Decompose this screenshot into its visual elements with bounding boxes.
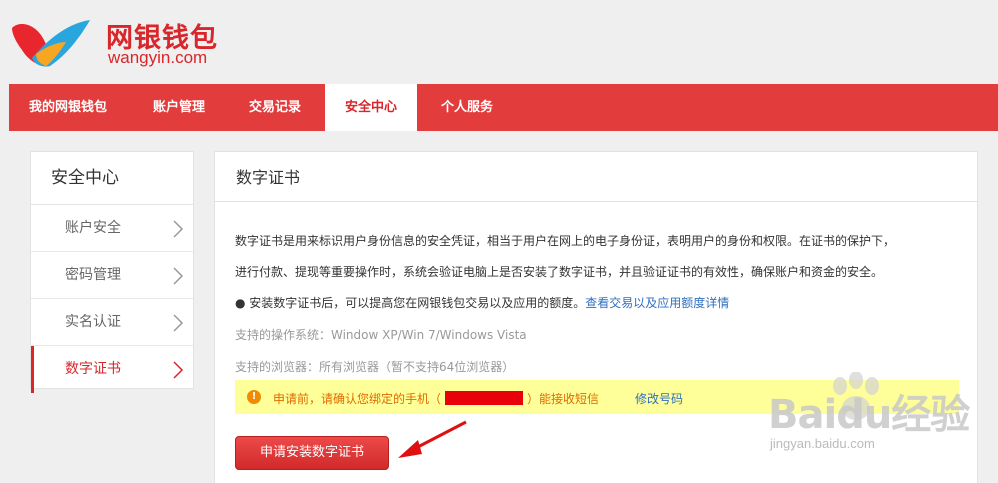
os-support: 支持的操作系统：Window XP/Win 7/Windows Vista — [235, 328, 527, 342]
sidebar-item-label: 账户安全 — [65, 220, 121, 236]
sidebar-item-real-name[interactable]: 实名认证 — [31, 299, 193, 346]
redacted-phone-number — [445, 391, 524, 405]
change-number-link[interactable]: 修改号码 — [635, 390, 683, 407]
apply-certificate-button[interactable]: 申请安装数字证书 — [235, 436, 389, 470]
sidebar-item-password[interactable]: 密码管理 — [31, 252, 193, 299]
chevron-right-icon — [173, 314, 184, 332]
header: 网银钱包 wangyin.com — [0, 0, 998, 84]
description-line-2: 进行付款、提现等重要操作时，系统会验证电脑上是否安装了数字证书，并且验证证书的有… — [235, 265, 884, 279]
sidebar-title: 安全中心 — [31, 152, 193, 205]
browser-support: 支持的浏览器：所有浏览器（暂不支持64位浏览器） — [235, 360, 515, 374]
page-title: 数字证书 — [215, 152, 977, 202]
baidu-watermark: Baidu经验 jingyan.baidu.com — [760, 372, 996, 462]
sidebar-item-account-security[interactable]: 账户安全 — [31, 205, 193, 252]
notice-text: 申请前，请确认您绑定的手机（ ）能接收短信 — [273, 390, 599, 407]
notice-text-after: ）能接收短信 — [527, 392, 600, 406]
watermark-brand: Baidu经验 — [768, 392, 970, 438]
chevron-right-icon — [173, 267, 184, 285]
nav-item-transactions[interactable]: 交易记录 — [229, 84, 321, 131]
sidebar-item-label: 实名认证 — [65, 314, 121, 330]
quota-bullet: ● 安装数字证书后，可以提高您在网银钱包交易以及应用的额度。查看交易以及应用额度… — [235, 294, 729, 311]
chevron-right-icon — [173, 361, 184, 379]
logo-text-en: wangyin.com — [108, 48, 208, 67]
notice-text-before: 申请前，请确认您绑定的手机（ — [273, 392, 442, 406]
sidebar: 安全中心 账户安全 密码管理 实名认证 数字证书 — [30, 151, 194, 393]
watermark-url: jingyan.baidu.com — [770, 436, 875, 451]
nav-item-personal[interactable]: 个人服务 — [421, 84, 513, 131]
main-nav: 我的网银钱包 账户管理 交易记录 安全中心 个人服务 — [9, 84, 998, 131]
quota-details-link[interactable]: 查看交易以及应用额度详情 — [585, 296, 729, 310]
nav-item-account[interactable]: 账户管理 — [133, 84, 225, 131]
sidebar-item-label: 密码管理 — [65, 267, 121, 283]
logo[interactable]: 网银钱包 wangyin.com — [10, 12, 230, 72]
sidebar-item-digital-cert[interactable]: 数字证书 — [31, 346, 193, 393]
description-line-1: 数字证书是用来标识用户身份信息的安全凭证，相当于用户在网上的电子身份证，表明用户… — [235, 234, 896, 248]
quota-bullet-text: ● 安装数字证书后，可以提高您在网银钱包交易以及应用的额度。 — [235, 296, 586, 310]
annotation-arrow-icon — [398, 420, 467, 458]
sidebar-item-label: 数字证书 — [65, 361, 121, 377]
nav-item-my-wallet[interactable]: 我的网银钱包 — [9, 84, 127, 131]
chevron-right-icon — [173, 220, 184, 238]
wangyin-logo-icon — [12, 20, 90, 67]
warning-icon: ! — [247, 390, 261, 404]
nav-item-security[interactable]: 安全中心 — [325, 84, 418, 131]
